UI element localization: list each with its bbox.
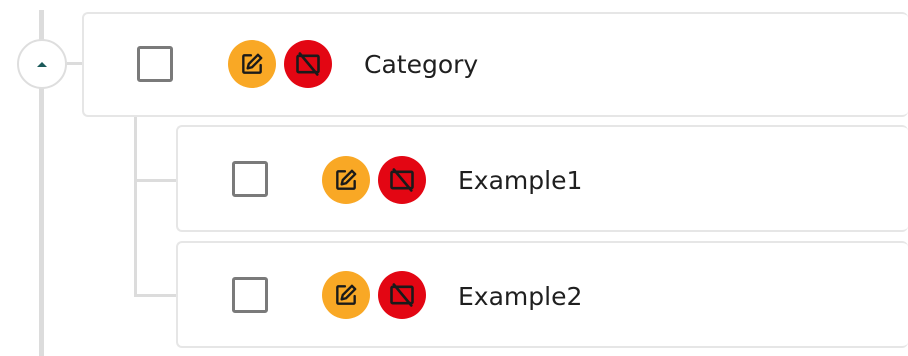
- category-disable-button[interactable]: [284, 40, 332, 88]
- tree-line-children: [134, 116, 137, 297]
- example2-checkbox[interactable]: [232, 277, 268, 313]
- tree-connector-example2: [134, 294, 178, 297]
- caret-up-icon: [37, 62, 47, 67]
- category-checkbox[interactable]: [137, 46, 173, 82]
- example2-edit-button[interactable]: [322, 271, 370, 319]
- edit-icon: [336, 169, 357, 190]
- example1-edit-button[interactable]: [322, 156, 370, 204]
- example1-label: Example1: [458, 166, 583, 195]
- disable-icon: [390, 283, 414, 307]
- disable-icon: [296, 52, 320, 76]
- disable-icon: [390, 168, 414, 192]
- tree-row-category: [82, 12, 908, 117]
- example1-checkbox[interactable]: [232, 161, 268, 197]
- example1-disable-button[interactable]: [378, 156, 426, 204]
- example2-disable-button[interactable]: [378, 271, 426, 319]
- category-label: Category: [364, 50, 479, 79]
- edit-icon: [336, 284, 357, 305]
- expand-toggle-button[interactable]: [17, 39, 67, 89]
- category-edit-button[interactable]: [228, 40, 276, 88]
- edit-icon: [242, 53, 263, 74]
- example2-label: Example2: [458, 282, 583, 311]
- tree-connector-example1: [134, 179, 178, 182]
